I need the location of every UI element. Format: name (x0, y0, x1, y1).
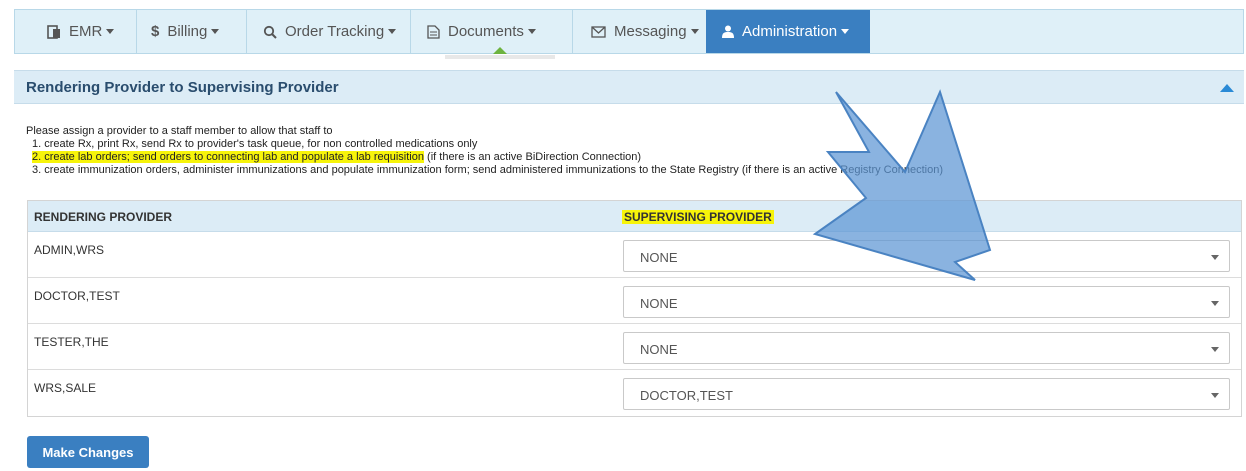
column-header-supervising-text: SUPERVISING PROVIDER (622, 210, 774, 224)
nav-emr-label: EMR (69, 23, 103, 40)
nav-emr[interactable]: EMR (15, 10, 137, 53)
chevron-down-icon (841, 29, 850, 34)
instructions-list: 1. create Rx, print Rx, send Rx to provi… (26, 138, 943, 177)
supervising-provider-select[interactable]: NONE (623, 332, 1230, 364)
instructions: Please assign a provider to a staff memb… (26, 125, 943, 177)
nav-documents-label: Documents (448, 23, 524, 40)
chevron-down-icon (388, 29, 397, 34)
provider-table: RENDERING PROVIDER SUPERVISING PROVIDER … (27, 200, 1242, 417)
nav-billing[interactable]: $ Billing (137, 10, 247, 53)
nav-administration-label: Administration (742, 23, 838, 40)
envelope-icon (591, 25, 606, 38)
rendering-provider-name: ADMIN,WRS (34, 243, 104, 257)
chevron-down-icon (211, 29, 220, 34)
supervising-provider-select[interactable]: NONE (623, 286, 1230, 318)
select-value: DOCTOR,TEST (640, 388, 733, 403)
chevron-down-icon (690, 29, 699, 34)
nav-pointer-icon (493, 47, 507, 54)
search-icon (263, 25, 277, 39)
instruction-item-3-text: 3. create immunization orders, administe… (32, 164, 739, 176)
table-row: TESTER,THE NONE (28, 324, 1241, 370)
nav-order-tracking[interactable]: Order Tracking (247, 10, 411, 53)
chevron-down-icon (106, 29, 115, 34)
main-navbar: EMR $ Billing Order Tracking Documents M… (14, 9, 1244, 54)
emr-document-icon (47, 24, 61, 39)
table-row: ADMIN,WRS NONE (28, 232, 1241, 278)
instruction-item-1: 1. create Rx, print Rx, send Rx to provi… (32, 138, 478, 150)
nav-pointer-bar (445, 55, 555, 59)
rendering-provider-name: WRS,SALE (34, 381, 97, 395)
nav-messaging-label: Messaging (614, 23, 687, 40)
instructions-lead: Please assign a provider to a staff memb… (26, 125, 333, 137)
instruction-item-2: 2. create lab orders; send orders to con… (32, 151, 943, 164)
table-row: WRS,SALE DOCTOR,TEST (28, 370, 1241, 416)
nav-administration[interactable]: Administration (706, 10, 870, 53)
supervising-provider-select[interactable]: NONE (623, 240, 1230, 272)
select-value: NONE (640, 250, 678, 265)
make-changes-button[interactable]: Make Changes (27, 436, 149, 468)
column-header-rendering: RENDERING PROVIDER (34, 210, 173, 224)
document-icon (427, 24, 440, 39)
panel-title: Rendering Provider to Supervising Provid… (26, 79, 339, 96)
instruction-item-3-note: (if there is an active Registry Connecti… (741, 164, 943, 176)
rendering-provider-name: TESTER,THE (34, 335, 109, 349)
instruction-item-3: 3. create immunization orders, administe… (32, 164, 943, 177)
instruction-item-2-note: (if there is an active BiDirection Conne… (427, 151, 642, 163)
nav-messaging[interactable]: Messaging (573, 10, 707, 53)
table-row: DOCTOR,TEST NONE (28, 278, 1241, 324)
nav-order-tracking-label: Order Tracking (285, 23, 385, 40)
supervising-provider-select[interactable]: DOCTOR,TEST (623, 378, 1230, 410)
chevron-down-icon (1211, 301, 1219, 306)
chevron-down-icon (527, 29, 536, 34)
select-value: NONE (640, 296, 678, 311)
panel-header: Rendering Provider to Supervising Provid… (14, 70, 1244, 104)
chevron-down-icon (1211, 393, 1219, 398)
chevron-down-icon (1211, 255, 1219, 260)
nav-billing-label: Billing (167, 23, 208, 40)
dollar-icon: $ (151, 23, 160, 40)
nav-documents[interactable]: Documents (411, 10, 573, 53)
chevron-down-icon (1211, 347, 1219, 352)
column-header-supervising: SUPERVISING PROVIDER (622, 210, 774, 224)
rendering-provider-name: DOCTOR,TEST (34, 289, 120, 303)
user-icon (722, 25, 734, 38)
table-header: RENDERING PROVIDER SUPERVISING PROVIDER (28, 201, 1241, 232)
select-value: NONE (640, 342, 678, 357)
collapse-icon[interactable] (1220, 84, 1234, 92)
highlighted-text: 2. create lab orders; send orders to con… (32, 151, 424, 163)
